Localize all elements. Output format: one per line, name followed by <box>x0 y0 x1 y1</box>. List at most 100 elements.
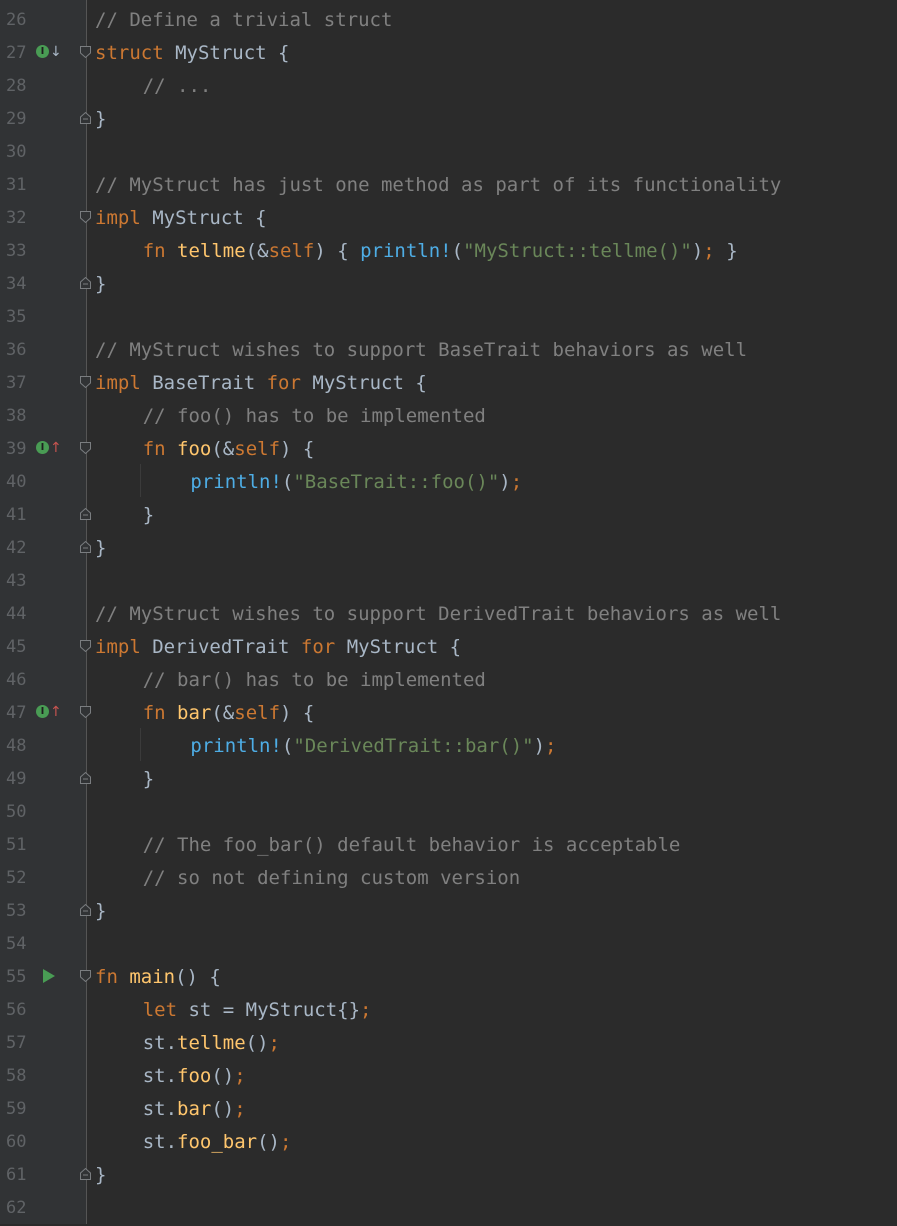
code-text[interactable]: impl DerivedTrait for MyStruct { <box>95 629 461 662</box>
line-number[interactable]: 41 <box>6 497 26 530</box>
line-number[interactable]: 29 <box>6 101 26 134</box>
code-line[interactable]: 59 st.bar(); <box>0 1091 897 1124</box>
code-line[interactable]: 35 <box>0 299 897 332</box>
code-text[interactable]: struct MyStruct { <box>95 35 289 68</box>
line-number[interactable]: 37 <box>6 365 26 398</box>
line-number[interactable]: 42 <box>6 530 26 563</box>
code-line[interactable]: 48 println!("DerivedTrait::bar()"); <box>0 728 897 761</box>
code-line[interactable]: 47 I ↑ fn bar(&self) { <box>0 695 897 728</box>
code-text[interactable]: // foo() has to be implemented <box>143 398 486 431</box>
line-number[interactable]: 59 <box>6 1091 26 1124</box>
code-line[interactable]: 31 // MyStruct has just one method as par… <box>0 167 897 200</box>
line-number[interactable]: 48 <box>6 728 26 761</box>
line-number[interactable]: 49 <box>6 761 26 794</box>
line-number[interactable]: 36 <box>6 332 26 365</box>
line-number[interactable]: 33 <box>6 233 26 266</box>
code-line[interactable]: 27 I ↓ struct MyStruct { <box>0 35 897 68</box>
code-line[interactable]: 46 // bar() has to be implemented <box>0 662 897 695</box>
code-text[interactable]: } <box>143 497 154 530</box>
code-line[interactable]: 37 impl BaseTrait for MyStruct { <box>0 365 897 398</box>
code-text[interactable]: // bar() has to be implemented <box>143 662 486 695</box>
code-text[interactable]: } <box>95 530 106 563</box>
line-number[interactable]: 51 <box>6 827 26 860</box>
code-line[interactable]: 39 I ↑ fn foo(&self) { <box>0 431 897 464</box>
code-line[interactable]: 41} <box>0 497 897 530</box>
code-text[interactable]: fn foo(&self) { <box>143 431 315 464</box>
code-text[interactable]: println!("BaseTrait::foo()"); <box>190 464 522 497</box>
code-text[interactable]: } <box>95 893 106 926</box>
code-text[interactable]: st.foo_bar(); <box>143 1124 292 1157</box>
line-number[interactable]: 28 <box>6 68 26 101</box>
fold-start-icon[interactable] <box>79 210 92 224</box>
code-line[interactable]: 54 <box>0 926 897 959</box>
line-number[interactable]: 53 <box>6 893 26 926</box>
code-line[interactable]: 43 <box>0 563 897 596</box>
implementing-up-icon[interactable]: I ↑ <box>36 431 66 464</box>
line-number[interactable]: 62 <box>6 1190 26 1223</box>
code-line[interactable]: 33 fn tellme(&self) { println!("MyStruct:… <box>0 233 897 266</box>
code-line[interactable]: 53} <box>0 893 897 926</box>
code-text[interactable]: // MyStruct has just one method as part … <box>95 167 781 200</box>
code-line[interactable]: 45 impl DerivedTrait for MyStruct { <box>0 629 897 662</box>
code-line[interactable]: 44 // MyStruct wishes to support DerivedT… <box>0 596 897 629</box>
code-text[interactable]: impl MyStruct { <box>95 200 267 233</box>
code-line[interactable]: 58 st.foo(); <box>0 1058 897 1091</box>
line-number[interactable]: 27 <box>6 35 26 68</box>
code-text[interactable]: // MyStruct wishes to support DerivedTra… <box>95 596 781 629</box>
code-text[interactable]: fn tellme(&self) { println!("MyStruct::t… <box>143 233 738 266</box>
code-line[interactable]: 50 <box>0 794 897 827</box>
line-number[interactable]: 56 <box>6 992 26 1025</box>
line-number[interactable]: 61 <box>6 1157 26 1190</box>
line-number[interactable]: 52 <box>6 860 26 893</box>
code-line[interactable]: 56 let st = MyStruct{}; <box>0 992 897 1025</box>
fold-start-icon[interactable] <box>79 375 92 389</box>
line-number[interactable]: 31 <box>6 167 26 200</box>
fold-end-icon[interactable] <box>79 111 92 125</box>
code-line[interactable]: 51 // The foo_bar() default behavior is a… <box>0 827 897 860</box>
code-line[interactable]: 49} <box>0 761 897 794</box>
code-text[interactable]: st.tellme(); <box>143 1025 280 1058</box>
line-number[interactable]: 47 <box>6 695 26 728</box>
implementing-up-icon[interactable]: I ↑ <box>36 695 66 728</box>
code-line[interactable]: 42} <box>0 530 897 563</box>
implemented-down-icon[interactable]: I ↓ <box>36 35 66 68</box>
fold-start-icon[interactable] <box>79 45 92 59</box>
line-number[interactable]: 58 <box>6 1058 26 1091</box>
code-text[interactable]: fn bar(&self) { <box>143 695 315 728</box>
run-icon[interactable] <box>36 959 66 992</box>
fold-start-icon[interactable] <box>79 705 92 719</box>
line-number[interactable]: 60 <box>6 1124 26 1157</box>
code-text[interactable]: } <box>95 266 106 299</box>
line-number[interactable]: 44 <box>6 596 26 629</box>
code-text[interactable]: let st = MyStruct{}; <box>143 992 372 1025</box>
fold-end-icon[interactable] <box>79 540 92 554</box>
line-number[interactable]: 35 <box>6 299 26 332</box>
code-text[interactable]: // The foo_bar() default behavior is acc… <box>143 827 681 860</box>
fold-start-icon[interactable] <box>79 639 92 653</box>
line-number[interactable]: 26 <box>6 2 26 35</box>
code-line[interactable]: 28 // ... <box>0 68 897 101</box>
fold-start-icon[interactable] <box>79 969 92 983</box>
code-editor[interactable]: 26// Define a trivial struct 27 I ↓ struct M… <box>0 0 897 1224</box>
code-line[interactable]: 29} <box>0 101 897 134</box>
code-text[interactable]: fn main() { <box>95 959 221 992</box>
line-number[interactable]: 46 <box>6 662 26 695</box>
code-text[interactable]: println!("DerivedTrait::bar()"); <box>190 728 556 761</box>
fold-end-icon[interactable] <box>79 276 92 290</box>
line-number[interactable]: 45 <box>6 629 26 662</box>
code-text[interactable]: } <box>95 101 106 134</box>
code-text[interactable]: // so not defining custom version <box>143 860 521 893</box>
code-line[interactable]: 62 <box>0 1190 897 1223</box>
fold-end-icon[interactable] <box>79 507 92 521</box>
code-line[interactable]: 34} <box>0 266 897 299</box>
code-line[interactable]: 61} <box>0 1157 897 1190</box>
code-line[interactable]: 52 // so not defining custom version <box>0 860 897 893</box>
code-text[interactable]: } <box>143 761 154 794</box>
code-line[interactable]: 55 fn main() { <box>0 959 897 992</box>
line-number[interactable]: 54 <box>6 926 26 959</box>
code-line[interactable]: 26 // Define a trivial struct <box>0 2 897 35</box>
line-number[interactable]: 40 <box>6 464 26 497</box>
fold-end-icon[interactable] <box>79 771 92 785</box>
code-line[interactable]: 60 st.foo_bar(); <box>0 1124 897 1157</box>
code-line[interactable]: 32 impl MyStruct { <box>0 200 897 233</box>
